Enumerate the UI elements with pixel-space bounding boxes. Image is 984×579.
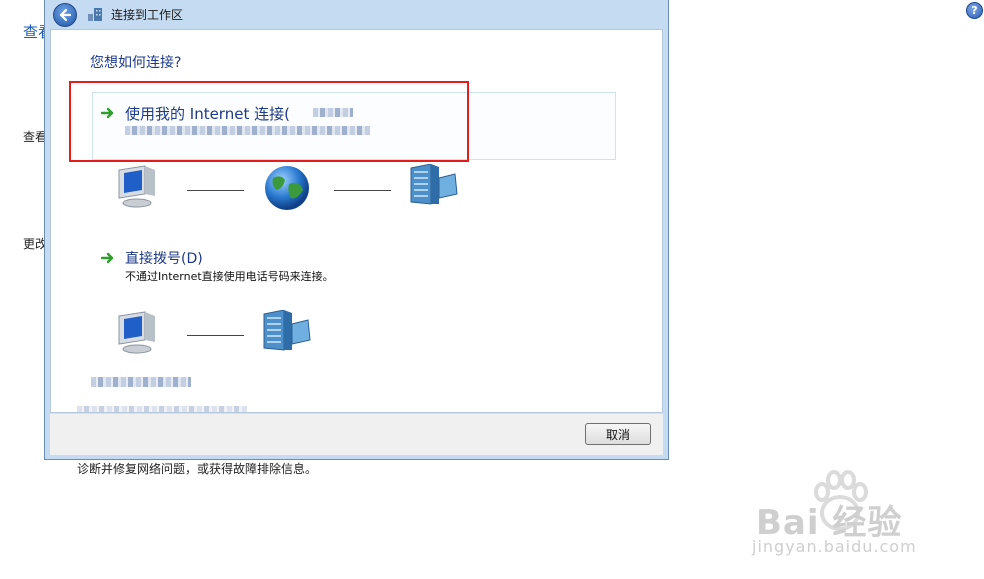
redacted-link[interactable] xyxy=(91,377,191,387)
troubleshoot-text[interactable]: 诊断并修复网络问题，或获得故障排除信息。 xyxy=(77,460,317,477)
dialog-content: 您想如何连接? 使用我的 Internet 连接(直接拨号(D) 不通过Int… xyxy=(50,29,663,413)
connection-line xyxy=(187,190,244,191)
green-arrow-icon xyxy=(101,107,114,119)
connection-line xyxy=(334,190,391,191)
redacted-description xyxy=(125,126,370,135)
watermark-url: jingyan.baidu.com xyxy=(752,537,917,556)
dialog-footer: 取消 xyxy=(50,413,663,455)
building-icon xyxy=(410,164,458,205)
cancel-button[interactable]: 取消 xyxy=(585,423,651,445)
page-heading: 您想如何连接? xyxy=(90,55,182,71)
option-internet-title[interactable]: 使用我的 Internet 连接( xyxy=(125,103,290,124)
connect-workplace-dialog: 连接到工作区 您想如何连接? 使用我的 Internet 连接(直接拨号(D)… xyxy=(44,0,669,460)
option-dialup-description: 不通过Internet直接使用电话号码来连接。 xyxy=(125,270,334,283)
back-button[interactable] xyxy=(53,3,77,27)
computer-icon xyxy=(118,311,155,354)
connection-line xyxy=(187,335,244,336)
redacted-text xyxy=(313,108,353,117)
dialog-titlebar: 连接到工作区 xyxy=(45,0,668,29)
globe-icon xyxy=(265,166,309,210)
green-arrow-icon xyxy=(101,252,114,264)
option-dialup-title[interactable]: 直接拨号(D) xyxy=(125,248,203,268)
building-icon xyxy=(263,310,311,351)
dialog-title: 连接到工作区 xyxy=(111,8,184,22)
back-arrow-icon xyxy=(59,8,72,22)
computer-icon xyxy=(118,165,155,208)
workplace-icon xyxy=(88,8,102,21)
help-icon[interactable]: ? xyxy=(966,2,983,19)
redacted-link[interactable] xyxy=(77,406,247,412)
